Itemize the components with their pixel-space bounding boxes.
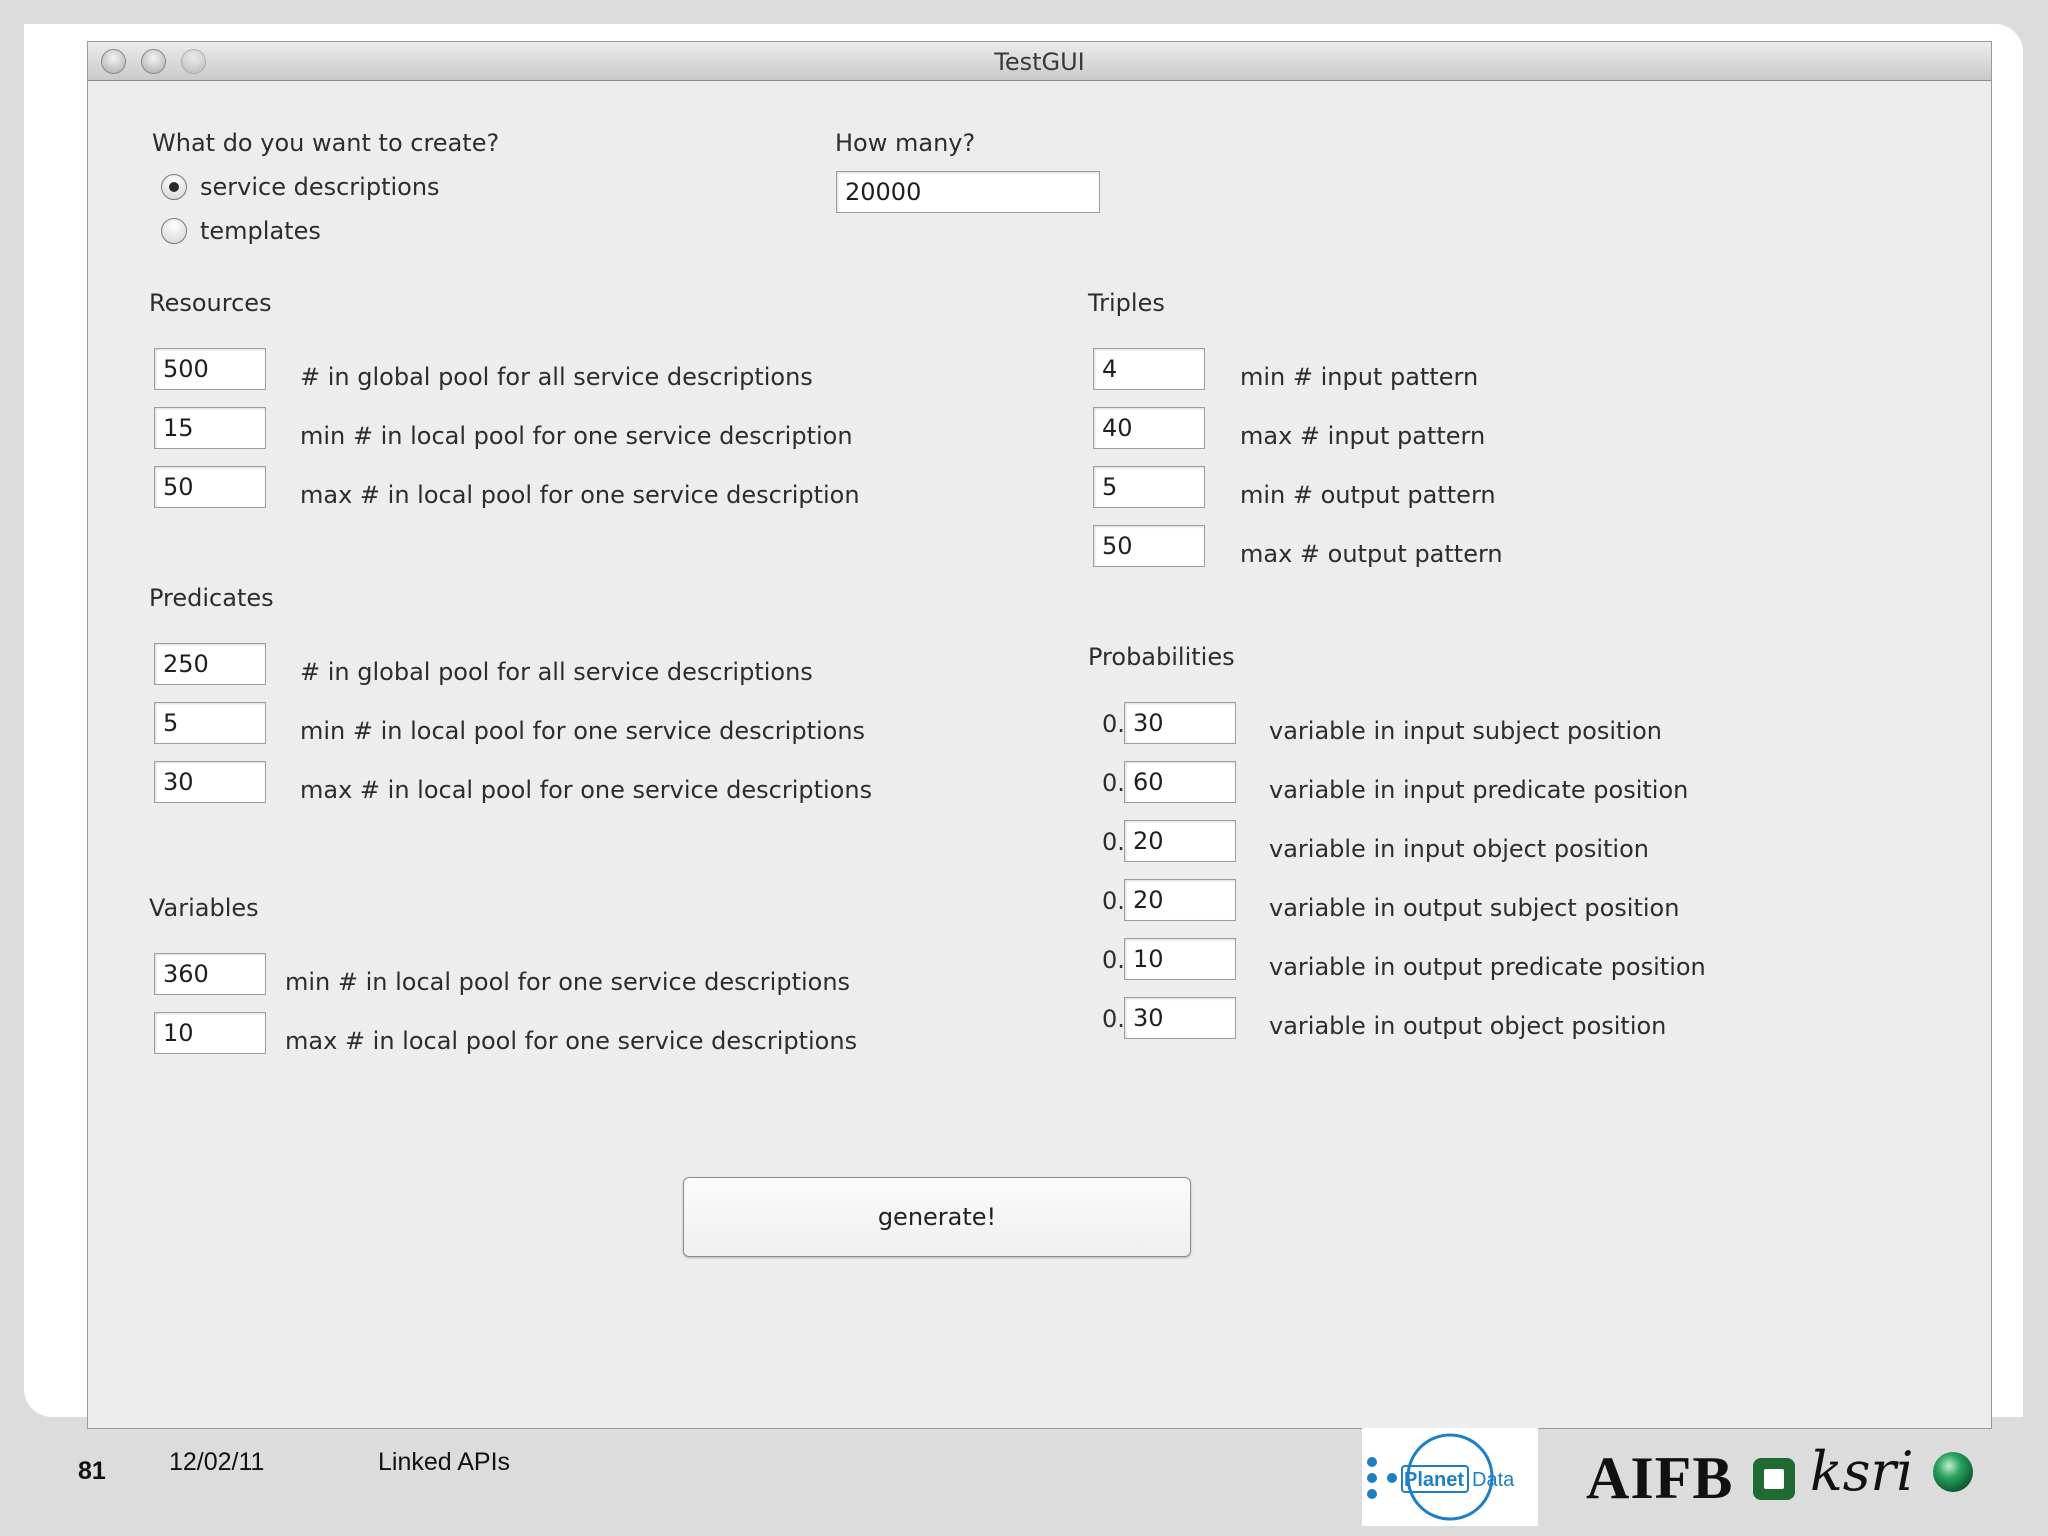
predicates-global-pool-input[interactable]: 250 — [154, 643, 266, 685]
ksri-logo-text: ksri — [1810, 1440, 1914, 1503]
variables-min-local-input[interactable]: 360 — [154, 953, 266, 995]
predicates-max-local-input[interactable]: 30 — [154, 761, 266, 803]
create-question-label: What do you want to create? — [152, 129, 500, 157]
triples-max-output-pattern-label: max # output pattern — [1240, 540, 1503, 568]
variables-min-local-label: min # in local pool for one service desc… — [285, 968, 851, 996]
prob-output-subject-label: variable in output subject position — [1269, 894, 1680, 922]
resources-min-local-input[interactable]: 15 — [154, 407, 266, 449]
predicates-section-title: Predicates — [149, 584, 274, 612]
ksri-logo-globe-icon — [1932, 1452, 1973, 1492]
probability-prefix: 0. — [1102, 828, 1125, 856]
resources-min-local-label: min # in local pool for one service desc… — [300, 422, 853, 450]
resources-max-local-label: max # in local pool for one service desc… — [300, 481, 860, 509]
prob-output-object-input[interactable]: 30 — [1124, 997, 1236, 1039]
resources-section-title: Resources — [149, 289, 272, 317]
aifb-logo-text: AIFB — [1586, 1445, 1734, 1511]
testgui-window: TestGUI What do you want to create? serv… — [88, 42, 1991, 1428]
planetdata-logo-data-text: Data — [1472, 1469, 1515, 1491]
prob-input-predicate-label: variable in input predicate position — [1269, 776, 1689, 804]
prob-input-object-input[interactable]: 20 — [1124, 820, 1236, 862]
variables-max-local-input[interactable]: 10 — [154, 1012, 266, 1054]
triples-max-input-pattern-label: max # input pattern — [1240, 422, 1486, 450]
triples-min-input-pattern-label: min # input pattern — [1240, 363, 1479, 391]
prob-output-object-label: variable in output object position — [1269, 1012, 1667, 1040]
planetdata-logo-graphic: Planet Data — [1367, 1433, 1515, 1521]
prob-input-subject-label: variable in input subject position — [1269, 717, 1662, 745]
predicates-min-local-input[interactable]: 5 — [154, 702, 266, 744]
variables-max-local-label: max # in local pool for one service desc… — [285, 1027, 858, 1055]
radio-service-descriptions-label[interactable]: service descriptions — [200, 172, 440, 202]
triples-min-output-pattern-label: min # output pattern — [1240, 481, 1496, 509]
triples-max-output-pattern-input[interactable]: 50 — [1093, 525, 1205, 567]
triples-min-input-pattern-input[interactable]: 4 — [1093, 348, 1205, 390]
ksri-logo: ksri — [1810, 1440, 1975, 1503]
probability-prefix: 0. — [1102, 1005, 1125, 1033]
resources-global-pool-label: # in global pool for all service descrip… — [300, 363, 813, 391]
page-number: 81 — [78, 1457, 106, 1485]
how-many-input[interactable]: 20000 — [836, 171, 1100, 213]
generate-button[interactable]: generate! — [683, 1177, 1191, 1257]
planetdata-logo-planet-text: Planet — [1404, 1469, 1464, 1491]
how-many-label: How many? — [835, 129, 976, 157]
prob-output-subject-input[interactable]: 20 — [1124, 879, 1236, 921]
planetdata-logo: Planet Data — [1362, 1428, 1538, 1526]
predicates-min-local-label: min # in local pool for one service desc… — [300, 717, 866, 745]
prob-input-predicate-input[interactable]: 60 — [1124, 761, 1236, 803]
predicates-global-pool-label: # in global pool for all service descrip… — [300, 658, 813, 686]
probability-prefix: 0. — [1102, 887, 1125, 915]
predicates-max-local-label: max # in local pool for one service desc… — [300, 776, 873, 804]
probability-prefix: 0. — [1102, 710, 1125, 738]
triples-min-output-pattern-input[interactable]: 5 — [1093, 466, 1205, 508]
probabilities-section-title: Probabilities — [1088, 643, 1235, 671]
radio-templates-label[interactable]: templates — [200, 216, 321, 246]
aifb-logo: AIFB — [1586, 1444, 1799, 1513]
prob-input-object-label: variable in input object position — [1269, 835, 1649, 863]
footer-date: 12/02/11 — [169, 1448, 265, 1476]
title-bar[interactable]: TestGUI — [88, 42, 1991, 81]
probability-prefix: 0. — [1102, 946, 1125, 974]
radio-templates[interactable] — [161, 218, 187, 244]
probability-prefix: 0. — [1102, 769, 1125, 797]
prob-input-subject-input[interactable]: 30 — [1124, 702, 1236, 744]
triples-section-title: Triples — [1088, 289, 1165, 317]
resources-global-pool-input[interactable]: 500 — [154, 348, 266, 390]
footer-title: Linked APIs — [378, 1448, 511, 1476]
prob-output-predicate-label: variable in output predicate position — [1269, 953, 1706, 981]
aifb-logo-square-icon — [1753, 1458, 1796, 1500]
window-title: TestGUI — [994, 48, 1085, 76]
radio-service-descriptions[interactable] — [161, 174, 187, 200]
variables-section-title: Variables — [149, 894, 259, 922]
resources-max-local-input[interactable]: 50 — [154, 466, 266, 508]
prob-output-predicate-input[interactable]: 10 — [1124, 938, 1236, 980]
triples-max-input-pattern-input[interactable]: 40 — [1093, 407, 1205, 449]
